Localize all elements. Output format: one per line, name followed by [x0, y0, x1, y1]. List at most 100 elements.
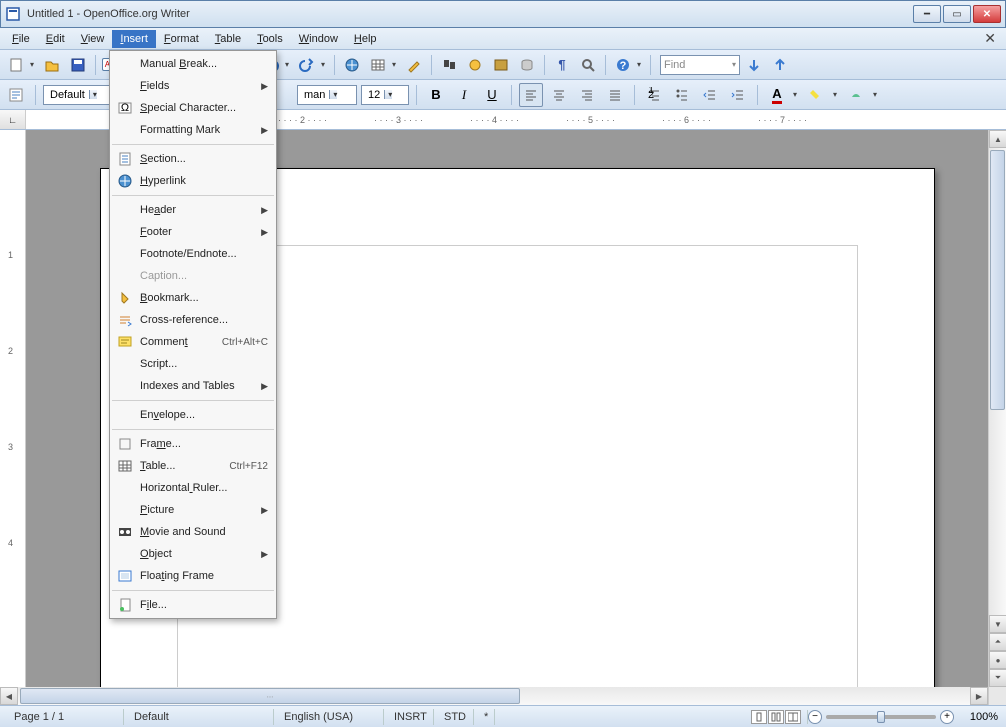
scroll-right-button[interactable]: ▶	[970, 687, 988, 705]
redo-dropdown-icon[interactable]: ▾	[321, 60, 329, 69]
menu-item-object[interactable]: Object▶	[110, 543, 276, 565]
new-dropdown-icon[interactable]: ▾	[30, 60, 38, 69]
menu-view[interactable]: View	[73, 30, 113, 48]
font-size-combo[interactable]: 12▾	[361, 85, 409, 105]
maximize-button[interactable]: ▭	[943, 5, 971, 23]
menu-item-header[interactable]: Header▶	[110, 199, 276, 221]
minimize-button[interactable]: ━	[913, 5, 941, 23]
menu-edit[interactable]: Edit	[38, 30, 73, 48]
menu-item-comment[interactable]: CommentCtrl+Alt+C	[110, 331, 276, 353]
background-color-button[interactable]	[845, 83, 869, 107]
align-right-button[interactable]	[575, 83, 599, 107]
highlight-button[interactable]	[805, 83, 829, 107]
horizontal-scrollbar[interactable]: ◀ ∙∙∙ ▶	[0, 687, 988, 705]
prev-page-button[interactable]: ⏶	[989, 633, 1006, 651]
page-style-status[interactable]: Default	[124, 709, 274, 725]
help-button[interactable]: ?	[611, 53, 635, 77]
menu-item-cross-reference[interactable]: Cross-reference...	[110, 309, 276, 331]
decrease-indent-button[interactable]	[698, 83, 722, 107]
font-color-button[interactable]: A	[765, 83, 789, 107]
open-button[interactable]	[40, 53, 64, 77]
single-page-view-button[interactable]	[751, 710, 767, 724]
menu-item-floating-frame[interactable]: Floating Frame	[110, 565, 276, 587]
menu-table[interactable]: Table	[207, 30, 249, 48]
menu-item-special-character[interactable]: ΩSpecial Character...	[110, 97, 276, 119]
highlight-dropdown-icon[interactable]: ▾	[833, 90, 841, 99]
undo-dropdown-icon[interactable]: ▾	[285, 60, 293, 69]
menu-item-file[interactable]: File...	[110, 594, 276, 616]
zoom-slider[interactable]	[826, 715, 936, 719]
menu-item-picture[interactable]: Picture▶	[110, 499, 276, 521]
menu-item-footnote-endnote[interactable]: Footnote/Endnote...	[110, 243, 276, 265]
page-status[interactable]: Page 1 / 1	[4, 709, 124, 725]
font-color-dropdown-icon[interactable]: ▾	[793, 90, 801, 99]
menu-item-table[interactable]: Table...Ctrl+F12	[110, 455, 276, 477]
insert-mode-status[interactable]: INSRT	[384, 709, 434, 725]
menu-item-movie-and-sound[interactable]: Movie and Sound	[110, 521, 276, 543]
find-prev-button[interactable]	[768, 53, 792, 77]
vertical-scrollbar[interactable]: ▲ ▼ ⏶ ● ⏷	[988, 130, 1006, 687]
toolbar-overflow-icon[interactable]: ▾	[637, 60, 645, 69]
italic-button[interactable]: I	[452, 83, 476, 107]
zoom-out-button[interactable]: −	[808, 710, 822, 724]
menu-item-manual-break[interactable]: Manual Break...	[110, 53, 276, 75]
scroll-thumb-h[interactable]: ∙∙∙	[20, 688, 520, 704]
font-name-combo[interactable]: man▾	[297, 85, 357, 105]
menu-item-frame[interactable]: Frame...	[110, 433, 276, 455]
menu-item-script[interactable]: Script...	[110, 353, 276, 375]
menu-insert[interactable]: Insert	[112, 30, 156, 48]
drawing-button[interactable]	[402, 53, 426, 77]
scroll-up-button[interactable]: ▲	[989, 130, 1006, 148]
menu-item-horizontal-ruler[interactable]: Horizontal Ruler...	[110, 477, 276, 499]
selection-mode-status[interactable]: STD	[434, 709, 474, 725]
numbered-list-button[interactable]: 12	[642, 83, 666, 107]
multi-page-view-button[interactable]	[768, 710, 784, 724]
book-view-button[interactable]	[785, 710, 801, 724]
vertical-ruler[interactable]: 1234	[0, 130, 26, 687]
close-document-button[interactable]: ✕	[978, 30, 1002, 47]
menu-item-indexes-and-tables[interactable]: Indexes and Tables▶	[110, 375, 276, 397]
find-input[interactable]: Find▾	[660, 55, 740, 75]
align-center-button[interactable]	[547, 83, 571, 107]
menu-item-envelope[interactable]: Envelope...	[110, 404, 276, 426]
next-page-button[interactable]: ⏷	[989, 669, 1006, 687]
menu-item-section[interactable]: Section...	[110, 148, 276, 170]
new-button[interactable]	[4, 53, 28, 77]
table-button[interactable]	[366, 53, 390, 77]
styles-button[interactable]	[4, 83, 28, 107]
navigator-button[interactable]	[463, 53, 487, 77]
hyperlink-button[interactable]	[340, 53, 364, 77]
menu-format[interactable]: Format	[156, 30, 207, 48]
gallery-button[interactable]	[489, 53, 513, 77]
align-left-button[interactable]	[519, 83, 543, 107]
nonprinting-chars-button[interactable]: ¶	[550, 53, 574, 77]
table-dropdown-icon[interactable]: ▾	[392, 60, 400, 69]
increase-indent-button[interactable]	[726, 83, 750, 107]
menu-window[interactable]: Window	[291, 30, 346, 48]
underline-button[interactable]: U	[480, 83, 504, 107]
scroll-thumb[interactable]	[990, 150, 1005, 410]
bulleted-list-button[interactable]	[670, 83, 694, 107]
zoom-in-button[interactable]: +	[940, 710, 954, 724]
redo-button[interactable]	[295, 53, 319, 77]
scroll-left-button[interactable]: ◀	[0, 687, 18, 705]
background-color-dropdown-icon[interactable]: ▾	[873, 90, 881, 99]
menu-help[interactable]: Help	[346, 30, 385, 48]
zoom-button[interactable]	[576, 53, 600, 77]
menu-item-hyperlink[interactable]: Hyperlink	[110, 170, 276, 192]
align-justify-button[interactable]	[603, 83, 627, 107]
find-replace-button[interactable]	[437, 53, 461, 77]
zoom-percent[interactable]: 100%	[958, 711, 1002, 723]
menu-item-fields[interactable]: Fields▶	[110, 75, 276, 97]
navigation-button[interactable]: ●	[989, 651, 1006, 669]
scroll-down-button[interactable]: ▼	[989, 615, 1006, 633]
find-next-button[interactable]	[742, 53, 766, 77]
menu-tools[interactable]: Tools	[249, 30, 291, 48]
save-button[interactable]	[66, 53, 90, 77]
close-button[interactable]: ✕	[973, 5, 1001, 23]
bold-button[interactable]: B	[424, 83, 448, 107]
menu-item-formatting-mark[interactable]: Formatting Mark▶	[110, 119, 276, 141]
menu-item-bookmark[interactable]: Bookmark...	[110, 287, 276, 309]
data-sources-button[interactable]	[515, 53, 539, 77]
text-area[interactable]	[177, 245, 858, 687]
